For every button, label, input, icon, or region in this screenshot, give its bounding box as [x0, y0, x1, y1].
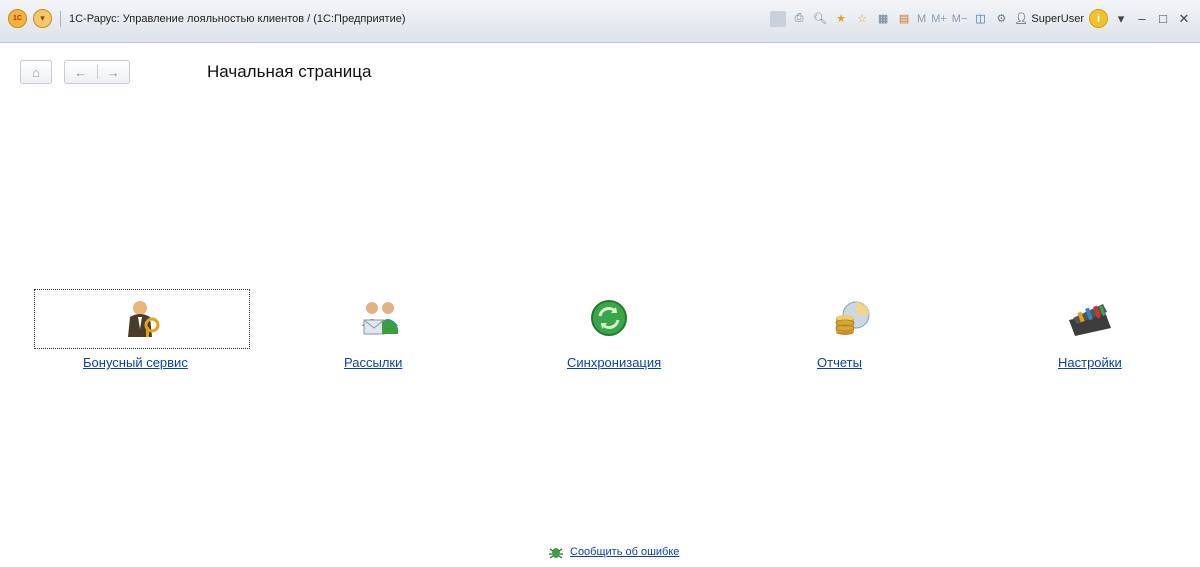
maximize-icon[interactable]: □ [1155, 11, 1171, 26]
section-reports[interactable] [745, 289, 959, 347]
section-settings[interactable] [982, 289, 1196, 347]
section-sync[interactable] [502, 289, 716, 347]
bug-icon [549, 548, 563, 559]
title-bar: 1С ▾ 1С-Рарус: Управление лояльностью кл… [0, 0, 1200, 43]
forward-arrow-icon[interactable]: → [98, 65, 130, 80]
calculator-icon[interactable]: ▦ [875, 11, 891, 27]
panels-icon[interactable]: ◫ [972, 11, 988, 27]
main-menu-icon[interactable]: ▾ [33, 9, 52, 28]
back-arrow-icon[interactable]: ← [65, 65, 97, 80]
close-icon[interactable]: ✕ [1176, 11, 1192, 27]
report-error-link[interactable]: Сообщить об ошибке [570, 546, 679, 558]
separator [60, 10, 61, 27]
current-user[interactable]: 👤︎ SuperUser [1014, 12, 1084, 25]
save-icon[interactable] [770, 10, 787, 27]
favorites-icon[interactable]: ★ [833, 11, 849, 27]
sync-icon [589, 298, 629, 338]
minimize-icon[interactable]: – [1134, 11, 1150, 26]
report-error[interactable]: Сообщить об ошибке [548, 545, 679, 559]
preview-icon[interactable]: 🔍︎ [812, 11, 828, 27]
info-icon[interactable]: i [1089, 9, 1108, 28]
link-sync[interactable]: Синхронизация [567, 355, 661, 370]
print-icon[interactable]: ⎙ [791, 11, 807, 27]
bookmark-icon[interactable]: ☆ [854, 11, 870, 27]
section-bonus-service[interactable] [34, 289, 250, 349]
link-bonus-service[interactable]: Бонусный сервис [83, 355, 188, 370]
link-reports[interactable]: Отчеты [817, 355, 862, 370]
memory-m[interactable]: M [917, 13, 926, 25]
calendar-icon[interactable]: ▤ [896, 11, 912, 27]
page-title: Начальная страница [207, 62, 372, 81]
window-title: 1С-Рарус: Управление лояльностью клиенто… [69, 12, 406, 25]
memory-m-plus[interactable]: M+ [931, 13, 947, 25]
app-logo-icon[interactable]: 1С [8, 9, 27, 28]
mailing-icon [358, 298, 402, 338]
reports-icon [832, 298, 872, 338]
link-settings[interactable]: Настройки [1058, 355, 1122, 370]
section-mailings[interactable] [273, 289, 487, 347]
tools-icon[interactable]: ⚙︎ [993, 11, 1009, 27]
navigation-bar: ⌂ ← → [20, 60, 130, 84]
link-mailings[interactable]: Рассылки [344, 355, 402, 370]
history-nav: ← → [64, 60, 130, 84]
home-button[interactable]: ⌂ [20, 60, 52, 84]
dropdown-icon[interactable]: ▾ [1113, 11, 1129, 27]
memory-m-minus[interactable]: M− [952, 13, 968, 25]
settings-toolbox-icon [1065, 298, 1113, 338]
user-key-icon [122, 299, 162, 339]
